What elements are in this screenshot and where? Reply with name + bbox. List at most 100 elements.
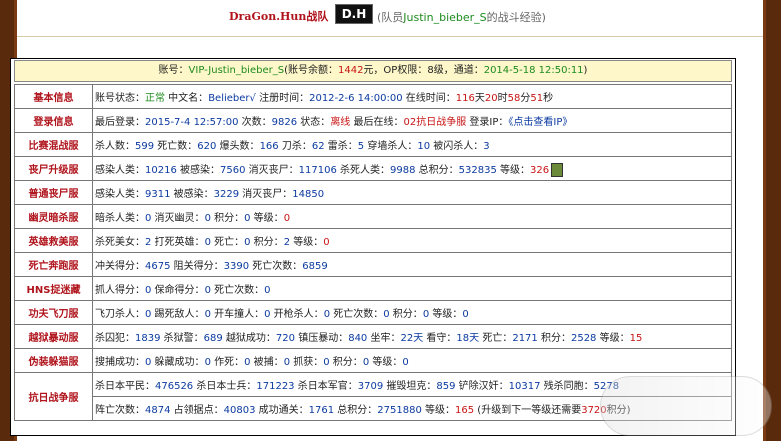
label: 被感染： [176,164,220,176]
value: 620 [197,141,217,152]
label: 占领据点： [170,405,224,416]
value: 2528 [570,333,597,344]
value: 22天 [400,333,424,344]
row-content: 感染人类：9311 被感染：3229 消灭丧尸：14850 [92,180,732,205]
online-minutes: 58 [507,93,521,104]
value: 859 [436,381,456,392]
label: 杀人数： [95,141,135,152]
stats-table: 基本信息 账号状态：正常 中文名：Belieber√ 注册时间：2012-2-6… [14,84,732,421]
category-match: 比赛混战服 [14,132,93,157]
value: 720 [275,333,296,344]
table-row: HNS捉迷藏 抓人得分：0 保命得分：0 死亡次数：0 [14,276,732,301]
op-channel-label: 元，OP权限：8级，通道： [363,65,484,76]
label: 被闪杀人： [430,141,484,152]
last-login: 2015-7-4 12:57:00 [145,117,239,128]
table-row: 越狱暴动服 杀囚犯：1839 杀狱警：689 越狱成功：720 镇压暴动：840… [14,324,732,349]
label: 等级： [421,405,456,416]
value: 9988 [390,164,416,176]
label: 总积分： [334,405,378,416]
value: 3229 [213,189,240,200]
label: 雷杀： [324,141,358,152]
label: 秒 [543,93,554,104]
row-content: 感染人类：10216 被感染：7560 消灭丧尸：117106 杀死人类：998… [92,156,732,181]
label: 登录IP： [466,117,509,128]
value: 117106 [298,164,337,176]
label: 被感染： [170,189,214,200]
account-label: 账号： [158,65,189,76]
label: 开车撞人： [210,309,265,320]
label: 越狱成功： [222,333,276,344]
label: 成功通关： [255,405,309,416]
value: 7560 [220,164,246,176]
value: 171223 [256,381,295,392]
label: 感染人类： [95,189,145,200]
category-death-run: 死亡奔跑服 [14,252,93,277]
table-row: 伪装躲猫服 搜捕成功：0 躲藏成功：0 作死：0 被捕：0 抓获：0 积分：0 … [14,348,732,373]
category-jailbreak: 越狱暴动服 [14,324,93,349]
table-row: 死亡奔跑服 冲关得分：4675 阻关得分：3390 死亡次数：6859 [14,252,732,277]
value: 4874 [145,405,171,416]
view-ip-link[interactable]: 《点击查看IP》 [508,117,572,128]
label: 死亡数： [154,141,198,152]
category-hero: 英雄救美服 [14,228,93,253]
label: 天 [474,93,485,104]
label: 冲关得分： [95,261,145,272]
value: 3709 [357,381,384,392]
label: 刀杀： [278,141,312,152]
value: 10 [417,141,431,152]
label: 状态： [297,117,331,128]
value: 14850 [292,189,325,200]
label: 在线时间： [402,93,456,104]
page-subtitle: (队员Justin_bieber_S的战斗经验) [377,9,546,25]
online-state: 离线 [330,117,351,128]
value: 3 [483,141,490,152]
category-ghost: 幽灵暗杀服 [14,204,93,229]
label: 杀日本军官： [294,381,358,392]
label: 打死英雄： [151,237,205,248]
label: 躲藏成功： [151,357,205,368]
value: 0 [462,309,469,320]
category-disguise: 伪装躲猫服 [14,348,93,373]
value: 2171 [512,333,538,344]
label: 作死： [210,357,245,368]
label: (升级到下一等级还需要 [474,405,582,416]
team-logo: D.H [335,4,373,24]
value: 40803 [223,405,256,416]
label: 最后在线： [350,117,404,128]
table-row: 普通丧尸服 感染人类：9311 被感染：3229 消灭丧尸：14850 [14,180,732,205]
value: 326 [530,164,550,176]
label: 注册时间： [255,93,310,104]
member-name: Justin_bieber_S [403,11,487,24]
table-row: 基本信息 账号状态：正常 中文名：Belieber√ 注册时间：2012-2-6… [14,84,732,109]
table-row: 丧尸升级服 感染人类：10216 被感染：7560 消灭丧尸：117106 杀死… [14,156,732,181]
watermark-logo [600,376,772,436]
value: 166 [259,141,279,152]
category-zombie-upgrade: 丧尸升级服 [14,156,93,181]
label: 等级： [496,164,531,176]
value: 599 [135,141,155,152]
value: 1761 [308,405,335,416]
label: 积分： [250,237,284,248]
label: 阻关得分： [170,261,224,272]
label: 感染人类： [95,164,145,176]
label: 杀死美女： [95,237,145,248]
label: 保命得分： [151,285,205,296]
label: 杀囚犯： [95,333,135,344]
label: 穿墙杀人： [364,141,418,152]
label: 踢死敌人： [151,309,205,320]
row-content: 飞刀杀人：0 踢死敌人：0 开车撞人：0 开枪杀人：0 死亡次数：0 积分：0 … [92,300,732,325]
label: 搜捕成功： [95,357,145,368]
label: 账号状态： [95,93,145,104]
label: 飞刀杀人： [95,309,145,320]
label: 残杀同胞： [540,381,594,392]
label: 抓人得分： [95,285,145,296]
online-hours: 20 [484,93,498,104]
header: DraGon.Hun战队 D.H (队员Justin_bieber_S的战斗经验… [17,0,763,37]
label: 杀日本士兵： [193,381,257,392]
row-content: 搜捕成功：0 躲藏成功：0 作死：0 被捕：0 抓获：0 积分：0 等级：0 [92,348,732,373]
subtitle-suffix: 的战斗经验) [486,11,546,24]
row-content: 账号状态：正常 中文名：Belieber√ 注册时间：2012-2-6 14:0… [92,84,732,109]
label: 等级： [369,357,403,368]
label: 积分： [389,309,423,320]
value: 0 [283,213,291,224]
